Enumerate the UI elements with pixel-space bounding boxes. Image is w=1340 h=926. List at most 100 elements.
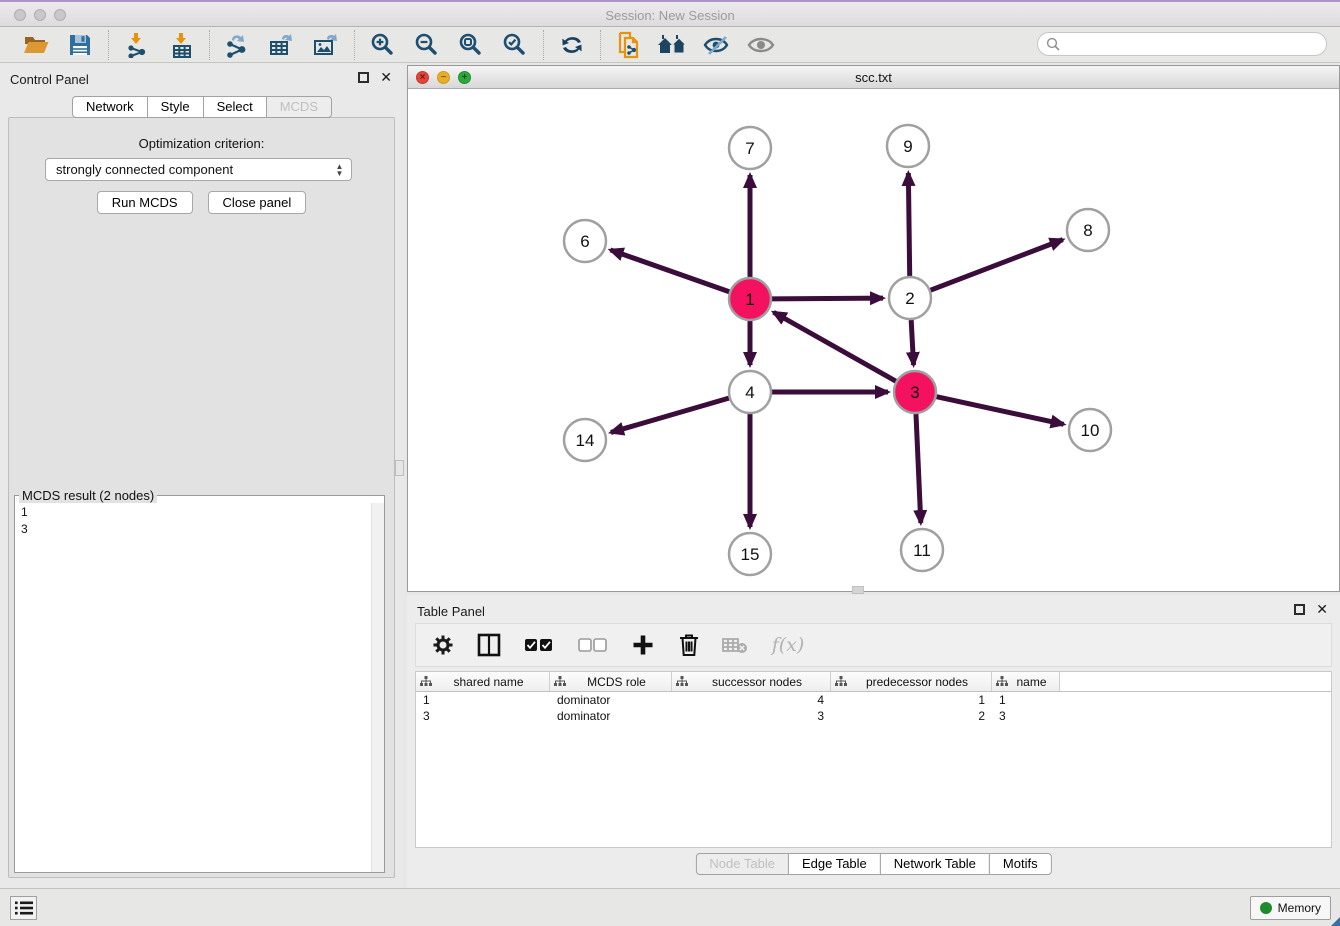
zoom-selected-button[interactable]	[499, 30, 531, 60]
search-icon	[1046, 37, 1060, 51]
export-table-icon	[268, 32, 296, 58]
refresh-view-button[interactable]	[556, 30, 588, 60]
edge-3-11[interactable]	[916, 414, 921, 523]
import-table-button[interactable]	[165, 30, 197, 60]
cell-predecessor-nodes[interactable]: 2	[831, 709, 992, 723]
control-panel-title: Control Panel	[10, 72, 89, 87]
column-layout-button[interactable]	[476, 632, 502, 658]
column-header-MCDS-role[interactable]: MCDS role	[550, 672, 672, 691]
tab-motifs[interactable]: Motifs	[989, 853, 1052, 875]
close-panel-icon[interactable]: ✕	[380, 72, 392, 83]
node-label: 14	[576, 431, 595, 450]
edge-3-1[interactable]	[774, 312, 896, 381]
zoom-in-button[interactable]	[367, 30, 399, 60]
cell-predecessor-nodes[interactable]: 1	[831, 693, 992, 707]
deselect-all-button[interactable]	[576, 632, 610, 658]
column-header-shared-name[interactable]: shared name	[416, 672, 550, 691]
delete-column-button[interactable]	[676, 632, 702, 658]
add-column-button[interactable]	[630, 632, 656, 658]
node-4[interactable]: 4	[729, 371, 771, 413]
cell-MCDS-role[interactable]: dominator	[550, 693, 672, 707]
table-panel: Table Panel ✕	[407, 595, 1340, 888]
node-10[interactable]: 10	[1069, 409, 1111, 451]
cell-successor-nodes[interactable]: 4	[672, 693, 831, 707]
node-15[interactable]: 15	[729, 533, 771, 575]
hierarchy-icon	[420, 676, 432, 687]
tab-node-table[interactable]: Node Table	[695, 853, 789, 875]
cell-successor-nodes[interactable]: 3	[672, 709, 831, 723]
result-scrollbar[interactable]	[371, 503, 384, 872]
float-table-panel-icon[interactable]	[1294, 604, 1305, 615]
cell-name[interactable]: 3	[992, 709, 1060, 723]
column-header-name[interactable]: name	[992, 672, 1060, 691]
cell-name[interactable]: 1	[992, 693, 1060, 707]
tab-network[interactable]: Network	[72, 96, 148, 118]
resize-grip-icon[interactable]	[1331, 917, 1340, 926]
close-panel-button[interactable]: Close panel	[208, 191, 307, 214]
table-tabs: Node TableEdge TableNetwork TableMotifs	[695, 853, 1051, 875]
tab-select[interactable]: Select	[203, 96, 267, 118]
node-14[interactable]: 14	[564, 419, 606, 461]
table-row[interactable]: 1dominator411	[416, 692, 1331, 708]
cell-shared-name[interactable]: 1	[416, 693, 550, 707]
show-hidden-button[interactable]	[745, 30, 777, 60]
node-table[interactable]: shared nameMCDS rolesuccessor nodesprede…	[415, 671, 1332, 848]
export-network-icon	[224, 32, 252, 58]
hide-selected-button[interactable]	[701, 30, 733, 60]
edge-1-6[interactable]	[610, 250, 729, 292]
zoom-out-button[interactable]	[411, 30, 443, 60]
node-label: 3	[910, 383, 919, 402]
node-6[interactable]: 6	[564, 220, 606, 262]
table-row[interactable]: 3dominator323	[416, 708, 1331, 724]
edge-2-8[interactable]	[931, 240, 1063, 291]
node-8[interactable]: 8	[1067, 209, 1109, 251]
edge-3-10[interactable]	[936, 397, 1063, 425]
zoom-out-icon	[414, 32, 440, 58]
node-2[interactable]: 2	[889, 277, 931, 319]
edge-1-2[interactable]	[772, 298, 883, 299]
node-1[interactable]: 1	[729, 278, 771, 320]
network-window-titlebar[interactable]: × − + scc.txt	[408, 66, 1339, 89]
float-panel-icon[interactable]	[358, 72, 369, 83]
edge-4-14[interactable]	[611, 398, 729, 432]
node-3[interactable]: 3	[894, 371, 936, 413]
node-9[interactable]: 9	[887, 125, 929, 167]
export-network-button[interactable]	[222, 30, 254, 60]
tab-edge-table[interactable]: Edge Table	[788, 853, 881, 875]
criterion-select[interactable]: strongly connected component ▲▼	[45, 158, 352, 181]
task-history-button[interactable]	[10, 896, 37, 920]
function-builder-button[interactable]: f(x)	[768, 632, 808, 658]
tab-network-table[interactable]: Network Table	[880, 853, 990, 875]
column-header-predecessor-nodes[interactable]: predecessor nodes	[831, 672, 992, 691]
column-header-successor-nodes[interactable]: successor nodes	[672, 672, 831, 691]
node-11[interactable]: 11	[901, 529, 943, 571]
memory-button[interactable]: Memory	[1250, 896, 1331, 920]
open-session-button[interactable]	[20, 30, 52, 60]
import-network-button[interactable]	[121, 30, 153, 60]
node-7[interactable]: 7	[729, 127, 771, 169]
panel-splitter-grip[interactable]	[395, 460, 404, 476]
export-table-button[interactable]	[266, 30, 298, 60]
edge-2-9[interactable]	[908, 173, 909, 276]
cell-shared-name[interactable]: 3	[416, 709, 550, 723]
search-field[interactable]	[1037, 32, 1327, 56]
delete-table-button[interactable]	[722, 632, 748, 658]
save-session-button[interactable]	[64, 30, 96, 60]
tab-mcds[interactable]: MCDS	[266, 96, 332, 118]
tab-style[interactable]: Style	[147, 96, 204, 118]
run-mcds-button[interactable]: Run MCDS	[97, 191, 193, 214]
select-all-button[interactable]	[522, 632, 556, 658]
cell-MCDS-role[interactable]: dominator	[550, 709, 672, 723]
table-splitter-grip[interactable]	[852, 586, 864, 594]
table-settings-button[interactable]	[430, 632, 456, 658]
show-all-networks-button[interactable]	[657, 30, 689, 60]
network-canvas[interactable]: 7 9 6 8 1 2 4 3 14 10 15 11	[408, 90, 1339, 591]
edge-2-3[interactable]	[911, 320, 913, 365]
close-table-panel-icon[interactable]: ✕	[1316, 604, 1328, 615]
search-input[interactable]	[1065, 36, 1315, 52]
eye-icon	[746, 33, 776, 57]
hierarchy-icon	[996, 676, 1008, 687]
zoom-fit-button[interactable]	[455, 30, 487, 60]
clone-network-button[interactable]	[613, 30, 645, 60]
export-image-button[interactable]	[310, 30, 342, 60]
